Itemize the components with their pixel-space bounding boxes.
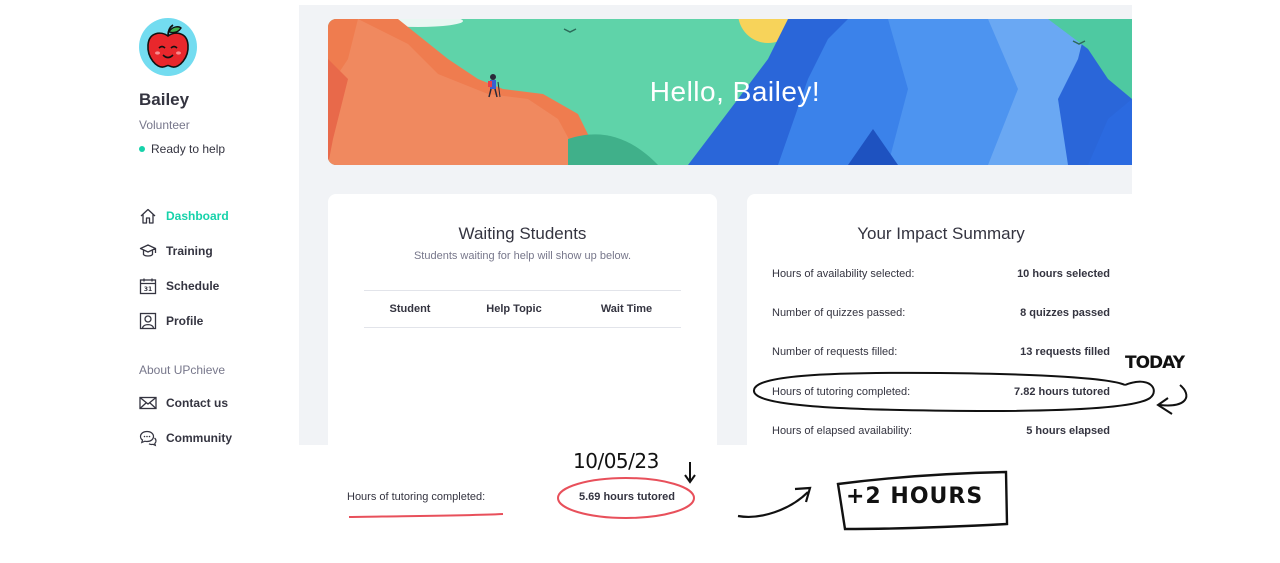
column-header-student: Student	[389, 303, 431, 315]
sidebar-item-label: Community	[166, 431, 232, 445]
chat-bubbles-icon	[139, 430, 157, 447]
profile-name: Bailey	[139, 90, 190, 109]
impact-value: 13 requests filled	[1020, 346, 1110, 358]
impact-value: 7.82 hours tutored	[1014, 386, 1110, 398]
sidebar-item-training[interactable]: Training	[139, 242, 213, 260]
impact-row: Hours of availability selected: 10 hours…	[772, 268, 1110, 280]
impact-value: 10 hours selected	[1017, 268, 1110, 280]
impact-label: Hours of tutoring completed:	[772, 386, 911, 398]
impact-row: Number of quizzes passed: 8 quizzes pass…	[772, 307, 1110, 319]
mail-icon	[139, 396, 157, 410]
calendar-icon: 31	[139, 278, 157, 295]
previous-tutoring-label: Hours of tutoring completed:	[347, 491, 486, 503]
column-header-help-topic: Help Topic	[486, 303, 542, 315]
today-note: TODAY	[1125, 353, 1185, 373]
waiting-students-subtitle: Students waiting for help will show up b…	[413, 250, 632, 262]
previous-tutoring-value: 5.69 hours tutored	[579, 491, 675, 503]
welcome-banner: Hello, Bailey!	[328, 19, 1132, 165]
impact-label: Number of quizzes passed:	[772, 307, 906, 319]
profile-icon	[139, 312, 157, 330]
status-text: Ready to help	[151, 142, 226, 156]
date-note: 10/05/23	[573, 449, 659, 473]
sidebar-item-label: Training	[166, 244, 213, 258]
sidebar-item-profile[interactable]: Profile	[139, 312, 203, 330]
waiting-table-header: Student Help Topic Wait Time	[364, 290, 681, 328]
impact-row: Hours of tutoring completed: 7.82 hours …	[772, 386, 1110, 398]
avatar[interactable]	[139, 18, 197, 76]
status-indicator: Ready to help	[139, 142, 225, 156]
sidebar-item-community[interactable]: Community	[139, 429, 232, 447]
impact-label: Number of requests filled:	[772, 346, 898, 358]
graduation-cap-icon	[139, 244, 157, 257]
svg-text:31: 31	[144, 286, 152, 293]
banner-greeting: Hello, Bailey!	[649, 76, 821, 107]
impact-summary-card: Your Impact Summary Hours of availabilit…	[747, 194, 1132, 445]
about-section-label: About UPchieve	[139, 363, 226, 377]
sidebar-item-label: Dashboard	[166, 209, 229, 223]
sidebar-item-label: Schedule	[166, 279, 220, 293]
profile-role: Volunteer	[139, 118, 190, 132]
impact-label: Hours of elapsed availability:	[772, 425, 913, 437]
impact-value: 8 quizzes passed	[1020, 307, 1110, 319]
delta-note: +2 HOURS	[846, 484, 984, 509]
sidebar-item-label: Contact us	[166, 396, 229, 410]
sidebar: Bailey Volunteer Ready to help Dashboard…	[0, 0, 299, 563]
apple-icon	[147, 24, 189, 68]
home-icon	[140, 208, 156, 224]
impact-label: Hours of availability selected:	[772, 268, 915, 280]
impact-value: 5 hours elapsed	[1026, 425, 1110, 437]
impact-row: Number of requests filled: 13 requests f…	[772, 346, 1110, 358]
waiting-students-card: Waiting Students Students waiting for he…	[328, 194, 717, 445]
impact-row: Hours of elapsed availability: 5 hours e…	[772, 425, 1110, 437]
sidebar-item-contact[interactable]: Contact us	[139, 394, 228, 412]
column-header-wait-time: Wait Time	[600, 303, 653, 315]
impact-summary-title: Your Impact Summary	[857, 224, 1025, 243]
sidebar-item-schedule[interactable]: 31 Schedule	[139, 277, 219, 295]
waiting-students-title: Waiting Students	[458, 224, 587, 243]
status-dot	[139, 146, 145, 152]
sidebar-item-dashboard[interactable]: Dashboard	[139, 207, 229, 225]
sidebar-item-label: Profile	[166, 314, 204, 328]
